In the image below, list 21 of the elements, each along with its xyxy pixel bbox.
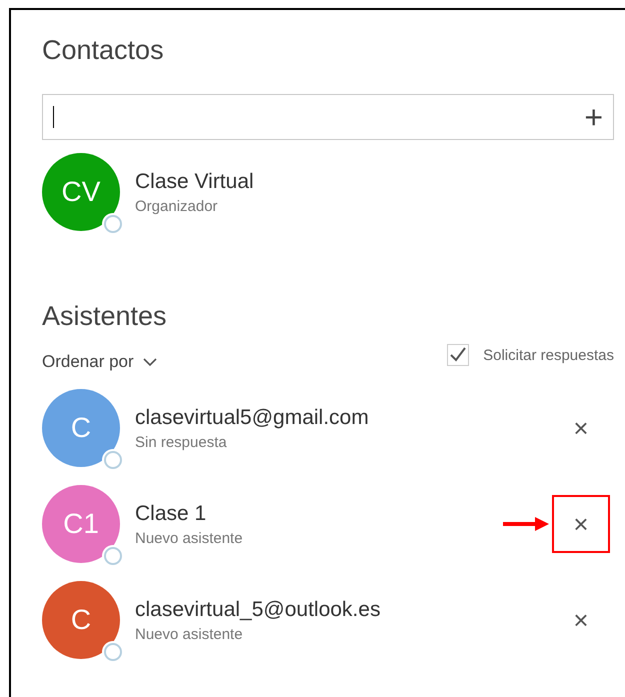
sort-dropdown[interactable]: Ordenar por bbox=[42, 352, 157, 372]
remove-button[interactable]: × bbox=[552, 399, 610, 457]
arrow-annotation bbox=[503, 517, 549, 531]
response-status: Nuevo asistente bbox=[135, 530, 244, 546]
remove-button[interactable]: × bbox=[552, 495, 610, 553]
text-cursor bbox=[53, 106, 54, 128]
section-title: Contactos bbox=[42, 34, 165, 67]
checkbox-label: Solicitar respuestas bbox=[483, 346, 614, 364]
remove-button[interactable]: × bbox=[552, 591, 610, 649]
person-role: Organizador bbox=[135, 198, 219, 214]
chevron-down-icon bbox=[142, 358, 157, 366]
add-icon[interactable]: + bbox=[584, 101, 603, 133]
section-title: Asistentes bbox=[42, 300, 168, 333]
person-name: Clase Virtual bbox=[135, 170, 255, 194]
person-name: clasevirtual5@gmail.com bbox=[135, 406, 370, 430]
person-name: Clase 1 bbox=[135, 502, 208, 526]
contact-input-field[interactable]: + bbox=[42, 94, 614, 140]
checkbox[interactable] bbox=[447, 344, 470, 366]
response-status: Nuevo asistente bbox=[135, 626, 244, 642]
person-name: clasevirtual_5@outlook.es bbox=[135, 598, 382, 622]
response-status: Sin respuesta bbox=[135, 434, 228, 450]
